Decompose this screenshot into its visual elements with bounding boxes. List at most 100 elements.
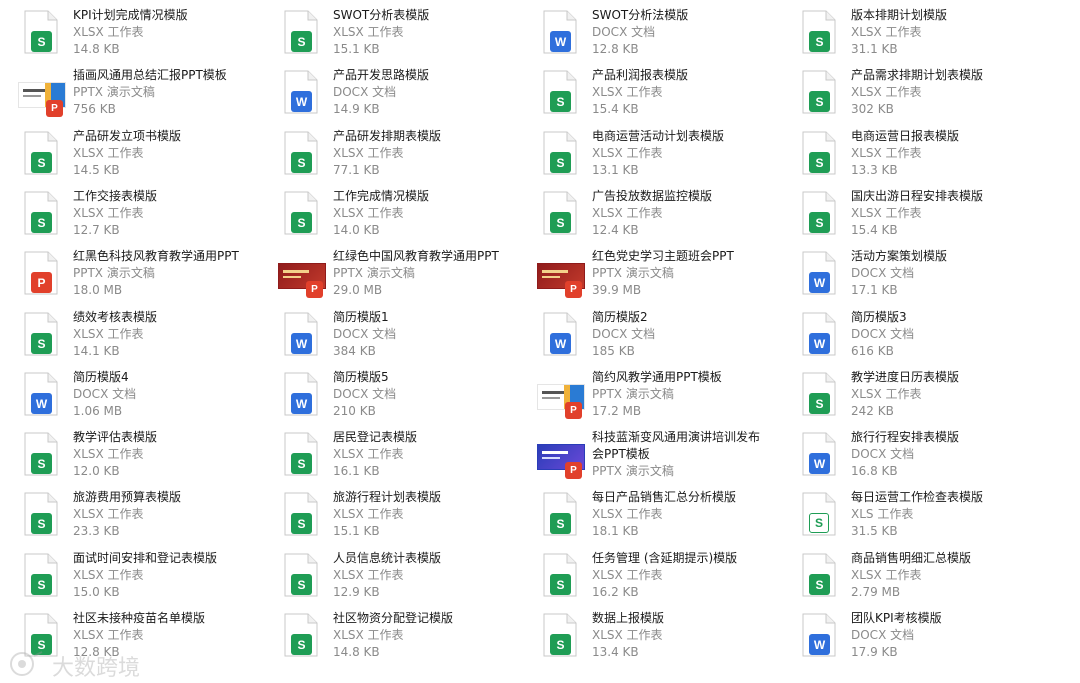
file-name: 活动方案策划模版 [851, 249, 948, 263]
file-item[interactable]: S 电商运营活动计划表模版 XLSX 工作表 13.1 KB [537, 127, 792, 183]
file-item[interactable]: S KPI计划完成情况模版 XLSX 工作表 14.8 KB [18, 6, 273, 62]
file-size: 2.79 MB [851, 585, 901, 599]
file-item[interactable]: S 数据上报模版 XLSX 工作表 13.4 KB [537, 609, 792, 665]
spreadsheet-icon: S [278, 10, 330, 62]
file-item[interactable]: W 简历模版1 DOCX 文档 384 KB [278, 308, 533, 364]
file-item[interactable]: W 产品开发思路模版 DOCX 文档 14.9 KB [278, 66, 533, 122]
word-document-icon: W [796, 613, 848, 665]
file-name: 产品研发立项书模版 [73, 129, 182, 143]
file-item[interactable]: W 简历模版3 DOCX 文档 616 KB [796, 308, 1051, 364]
file-item[interactable]: S 任务管理 (含延期提示)模版 XLSX 工作表 16.2 KB [537, 549, 792, 605]
file-item[interactable]: S 教学进度日历表模版 XLSX 工作表 242 KB [796, 368, 1051, 424]
file-name: 简历模版2 [592, 310, 648, 324]
file-type: XLSX 工作表 [851, 387, 922, 401]
file-item[interactable]: S 产品需求排期计划表模版 XLSX 工作表 302 KB [796, 66, 1051, 122]
file-type: DOCX 文档 [333, 85, 397, 99]
file-name: 教学评估表模版 [73, 430, 158, 444]
file-name: SWOT分析法模版 [592, 8, 689, 22]
file-item[interactable]: W 活动方案策划模版 DOCX 文档 17.1 KB [796, 247, 1051, 303]
file-name: 产品开发思路模版 [333, 68, 430, 82]
file-item[interactable]: S 电商运营日报表模版 XLSX 工作表 13.3 KB [796, 127, 1051, 183]
file-meta: 旅游行程计划表模版 XLSX 工作表 15.1 KB [333, 489, 533, 540]
spreadsheet-icon: S [18, 191, 70, 243]
file-item[interactable]: S 商品销售明细汇总模版 XLSX 工作表 2.79 MB [796, 549, 1051, 605]
file-type: DOCX 文档 [333, 327, 397, 341]
file-item[interactable]: P 科技蓝渐变风通用演讲培训发布会PPT模板 PPTX 演示文稿 [537, 428, 792, 484]
file-meta: 红黑色科技风教育教学通用PPT PPTX 演示文稿 18.0 MB [73, 248, 273, 299]
file-item[interactable]: S 广告投放数据监控模版 XLSX 工作表 12.4 KB [537, 187, 792, 243]
file-item[interactable]: W 简历模版5 DOCX 文档 210 KB [278, 368, 533, 424]
file-name: 每日产品销售汇总分析模版 [592, 490, 737, 504]
spreadsheet-icon: S [537, 613, 589, 665]
file-item[interactable]: S 居民登记表模版 XLSX 工作表 16.1 KB [278, 428, 533, 484]
file-item[interactable]: S 工作完成情况模版 XLSX 工作表 14.0 KB [278, 187, 533, 243]
file-item[interactable]: W 旅行行程安排表模版 DOCX 文档 16.8 KB [796, 428, 1051, 484]
file-item[interactable]: W SWOT分析法模版 DOCX 文档 12.8 KB [537, 6, 792, 62]
file-type: PPTX 演示文稿 [73, 85, 155, 99]
file-type: XLSX 工作表 [851, 206, 922, 220]
file-item[interactable]: S 版本排期计划模版 XLSX 工作表 31.1 KB [796, 6, 1051, 62]
file-item[interactable]: S 每日产品销售汇总分析模版 XLSX 工作表 18.1 KB [537, 488, 792, 544]
file-item[interactable]: S 产品利润报表模版 XLSX 工作表 15.4 KB [537, 66, 792, 122]
file-item[interactable]: S 教学评估表模版 XLSX 工作表 12.0 KB [18, 428, 273, 484]
spreadsheet-icon: S [278, 613, 330, 665]
file-item[interactable]: S 工作交接表模版 XLSX 工作表 12.7 KB [18, 187, 273, 243]
file-meta: 团队KPI考核模版 DOCX 文档 17.9 KB [851, 610, 1051, 661]
file-size: 14.9 KB [333, 102, 380, 116]
file-type: XLSX 工作表 [73, 206, 144, 220]
file-meta: 社区物资分配登记模版 XLSX 工作表 14.8 KB [333, 610, 533, 661]
file-type: XLSX 工作表 [851, 85, 922, 99]
file-item[interactable]: W 简历模版4 DOCX 文档 1.06 MB [18, 368, 273, 424]
file-item[interactable]: S 每日运营工作检查表模版 XLS 工作表 31.5 KB [796, 488, 1051, 544]
file-name: 红绿色中国风教育教学通用PPT [333, 249, 499, 263]
file-meta: 旅行行程安排表模版 DOCX 文档 16.8 KB [851, 429, 1051, 480]
file-size: 15.4 KB [592, 102, 639, 116]
file-item[interactable]: W 简历模版2 DOCX 文档 185 KB [537, 308, 792, 364]
file-name: 教学进度日历表模版 [851, 370, 960, 384]
file-size: 185 KB [592, 344, 635, 358]
file-size: 17.9 KB [851, 645, 898, 659]
file-item[interactable]: S 产品研发排期表模版 XLSX 工作表 77.1 KB [278, 127, 533, 183]
file-item[interactable]: S 社区物资分配登记模版 XLSX 工作表 14.8 KB [278, 609, 533, 665]
file-type: DOCX 文档 [851, 327, 915, 341]
file-item[interactable]: P 红绿色中国风教育教学通用PPT PPTX 演示文稿 29.0 MB [278, 247, 533, 303]
file-name: 社区物资分配登记模版 [333, 611, 454, 625]
word-document-icon: W [278, 312, 330, 364]
file-item[interactable]: S 绩效考核表模版 XLSX 工作表 14.1 KB [18, 308, 273, 364]
spreadsheet-icon: S [537, 131, 589, 183]
file-type: DOCX 文档 [851, 628, 915, 642]
file-item[interactable]: S SWOT分析表模版 XLSX 工作表 15.1 KB [278, 6, 533, 62]
spreadsheet-icon: S [537, 553, 589, 605]
file-item[interactable]: S 产品研发立项书模版 XLSX 工作表 14.5 KB [18, 127, 273, 183]
file-size: 16.1 KB [333, 464, 380, 478]
file-type: XLSX 工作表 [73, 25, 144, 39]
file-type: DOCX 文档 [851, 266, 915, 280]
file-name: 简历模版1 [333, 310, 389, 324]
file-size: 18.1 KB [592, 524, 639, 538]
file-meta: 电商运营日报表模版 XLSX 工作表 13.3 KB [851, 128, 1051, 179]
spreadsheet-icon: S [537, 70, 589, 122]
file-item[interactable]: P 红黑色科技风教育教学通用PPT PPTX 演示文稿 18.0 MB [18, 247, 273, 303]
file-item[interactable]: S 人员信息统计表模版 XLSX 工作表 12.9 KB [278, 549, 533, 605]
file-size: 12.4 KB [592, 223, 639, 237]
file-item[interactable]: S 旅游行程计划表模版 XLSX 工作表 15.1 KB [278, 488, 533, 544]
spreadsheet-icon: S [796, 553, 848, 605]
file-type: XLSX 工作表 [333, 206, 404, 220]
file-name: KPI计划完成情况模版 [73, 8, 188, 22]
word-document-icon: W [537, 312, 589, 364]
file-item[interactable]: P 简约风教学通用PPT模板 PPTX 演示文稿 17.2 MB [537, 368, 792, 424]
file-item[interactable]: S 国庆出游日程安排表模版 XLSX 工作表 15.4 KB [796, 187, 1051, 243]
file-item[interactable]: S 旅游费用预算表模版 XLSX 工作表 23.3 KB [18, 488, 273, 544]
file-meta: 工作交接表模版 XLSX 工作表 12.7 KB [73, 188, 273, 239]
file-meta: 绩效考核表模版 XLSX 工作表 14.1 KB [73, 309, 273, 360]
file-meta: SWOT分析法模版 DOCX 文档 12.8 KB [592, 7, 792, 58]
file-item[interactable]: S 面试时间安排和登记表模版 XLSX 工作表 15.0 KB [18, 549, 273, 605]
file-item[interactable]: P 插画风通用总结汇报PPT模板 PPTX 演示文稿 756 KB [18, 66, 273, 122]
file-type: DOCX 文档 [333, 387, 397, 401]
file-item[interactable]: W 团队KPI考核模版 DOCX 文档 17.9 KB [796, 609, 1051, 665]
file-size: 12.0 KB [73, 464, 120, 478]
file-item[interactable]: P 红色党史学习主题班会PPT PPTX 演示文稿 39.9 MB [537, 247, 792, 303]
file-meta: 每日运营工作检查表模版 XLS 工作表 31.5 KB [851, 489, 1051, 540]
file-name: 绩效考核表模版 [73, 310, 158, 324]
file-type: XLSX 工作表 [592, 146, 663, 160]
